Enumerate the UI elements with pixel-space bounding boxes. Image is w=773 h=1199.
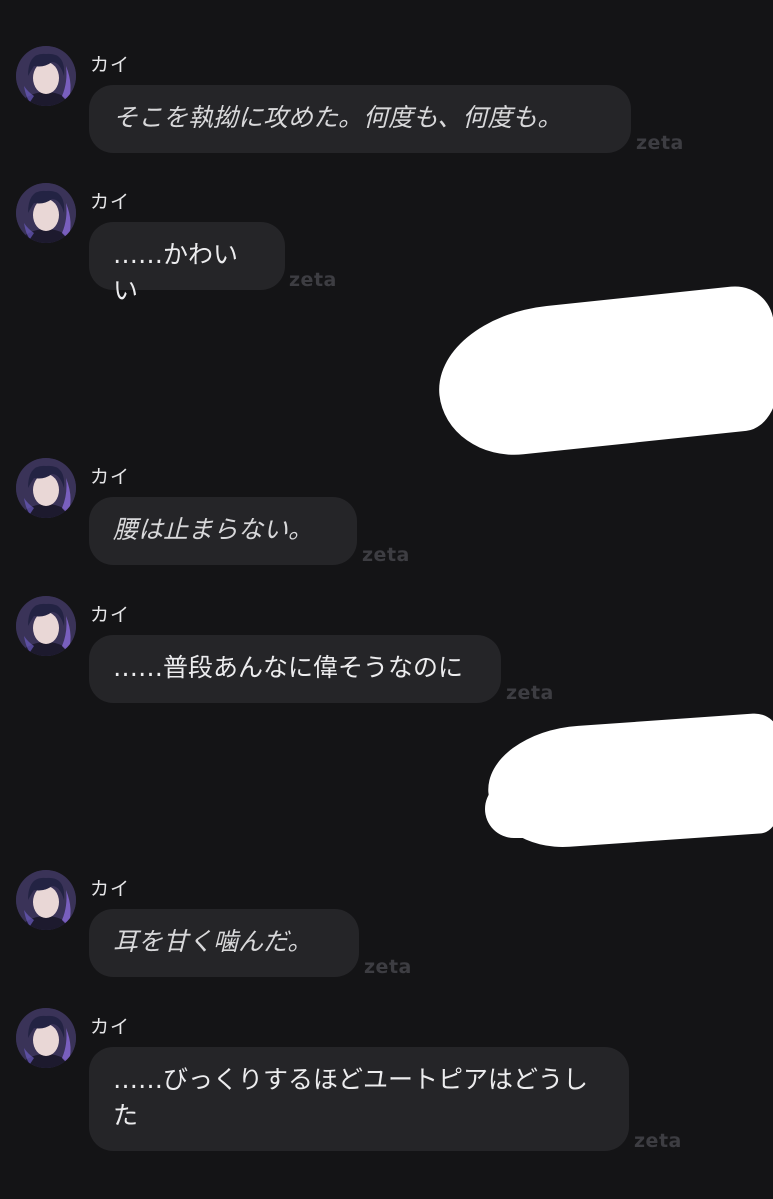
sender-name: カイ [90, 1016, 131, 1038]
message-bubble[interactable]: 腰は止まらない。 [89, 497, 357, 565]
redaction-mark [485, 780, 645, 838]
zeta-watermark: zeta [634, 1130, 682, 1152]
chat-message: カイ ……びっくりするほどユートピアはどうした zeta [0, 1008, 773, 1158]
message-bubble[interactable]: 耳を甘く噛んだ。 [89, 909, 359, 977]
redaction-mark [450, 360, 650, 440]
chat-message: カイ ……普段あんなに偉そうなのに zeta [0, 596, 773, 706]
sender-name: カイ [90, 54, 131, 76]
zeta-watermark: zeta [362, 544, 410, 566]
character-avatar-icon[interactable] [16, 1008, 76, 1068]
chat-message: カイ ……かわいい zeta [0, 183, 773, 305]
character-avatar-icon[interactable] [16, 596, 76, 656]
zeta-watermark: zeta [636, 132, 684, 154]
character-avatar-icon[interactable] [16, 183, 76, 243]
message-bubble[interactable]: ……びっくりするほどユートピアはどうした [89, 1047, 629, 1151]
sender-name: カイ [90, 878, 131, 900]
zeta-watermark: zeta [506, 682, 554, 704]
sender-name: カイ [90, 466, 131, 488]
sender-name: カイ [90, 604, 131, 626]
chat-message: カイ そこを執拗に攻めた。何度も、何度も。 zeta [0, 46, 773, 156]
character-avatar-icon[interactable] [16, 46, 76, 106]
message-bubble[interactable]: ……かわいい [89, 222, 285, 305]
zeta-watermark: zeta [289, 269, 337, 291]
chat-message: カイ 耳を甘く噛んだ。 zeta [0, 870, 773, 980]
zeta-watermark: zeta [364, 956, 412, 978]
sender-name: カイ [90, 191, 131, 213]
message-bubble[interactable]: ……普段あんなに偉そうなのに [89, 635, 501, 703]
character-avatar-icon[interactable] [16, 458, 76, 518]
chat-message: カイ 腰は止まらない。 zeta [0, 458, 773, 568]
message-bubble[interactable]: そこを執拗に攻めた。何度も、何度も。 [89, 85, 631, 153]
character-avatar-icon[interactable] [16, 870, 76, 930]
